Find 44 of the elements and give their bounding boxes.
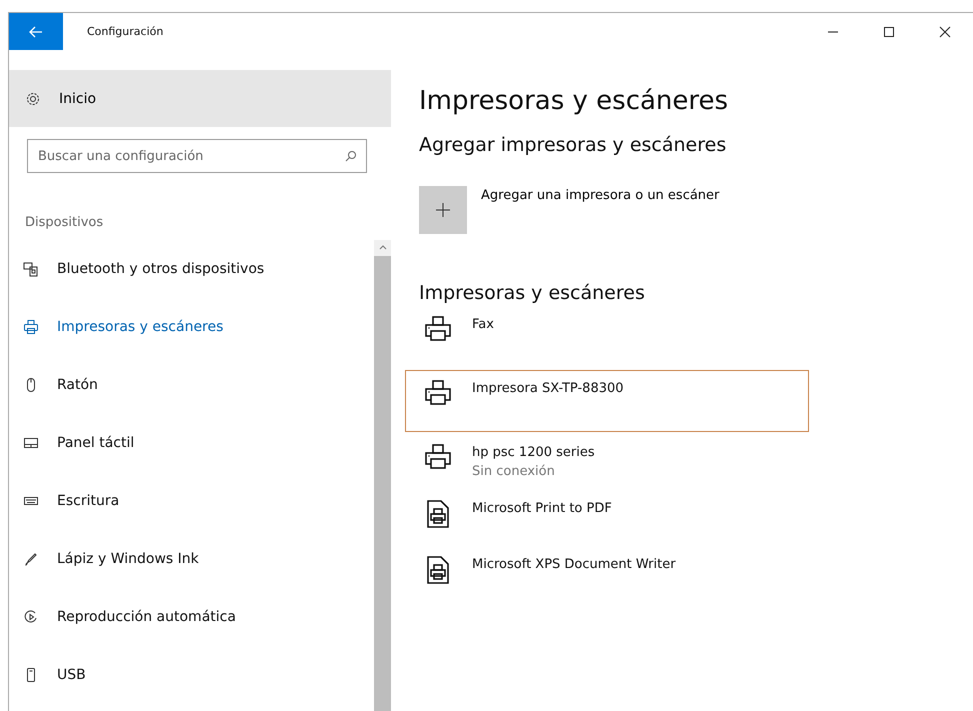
sidebar-item[interactable]: Impresoras y escáneres — [9, 298, 374, 356]
scroll-up-icon[interactable] — [378, 244, 386, 250]
device-status: Sin conexión — [472, 464, 556, 479]
sidebar-item[interactable]: Lápiz y Windows Ink — [9, 530, 374, 588]
device-item[interactable]: Microsoft XPS Document Writer — [419, 550, 809, 606]
window-title: Configuración — [87, 25, 164, 38]
sidebar-item[interactable]: USB — [9, 646, 374, 704]
printer-icon — [424, 379, 452, 407]
plus-icon — [435, 202, 451, 218]
device-item[interactable]: Impresora SX-TP-88300 — [405, 370, 809, 432]
bluetooth-devices-icon — [23, 261, 39, 277]
printer-icon — [424, 315, 452, 343]
section-label: Dispositivos — [25, 215, 104, 230]
sidebar-item[interactable]: Reproducción automática — [9, 588, 374, 646]
maximize-icon[interactable] — [883, 26, 895, 38]
device-name: Fax — [472, 317, 494, 332]
document-printer-icon — [424, 555, 452, 585]
search-icon — [345, 150, 357, 162]
printer-icon — [23, 319, 39, 335]
page-title: Impresoras y escáneres — [419, 86, 730, 116]
printer-icon — [424, 443, 452, 471]
device-name: Impresora SX-TP-88300 — [472, 381, 624, 396]
section-heading: Agregar impresoras y escáneres — [419, 134, 728, 156]
pen-icon — [23, 551, 39, 567]
sidebar-item[interactable]: Ratón — [9, 356, 374, 414]
device-name: Microsoft Print to PDF — [472, 501, 612, 516]
device-item[interactable]: hp psc 1200 series Sin conexión — [419, 438, 809, 494]
search-field[interactable]: Buscar una configuración — [27, 139, 367, 173]
sidebar-item[interactable]: Bluetooth y otros dispositivos — [9, 240, 374, 298]
document-printer-icon — [424, 499, 452, 529]
sidebar-item[interactable]: Panel táctil — [9, 414, 374, 472]
sidebar-item[interactable]: Escritura — [9, 472, 374, 530]
close-icon[interactable] — [939, 26, 951, 38]
autoplay-icon — [23, 609, 39, 625]
back-arrow-icon — [29, 26, 43, 38]
touchpad-icon — [23, 435, 39, 451]
device-item[interactable]: Fax — [419, 310, 809, 366]
device-name: hp psc 1200 series — [472, 445, 595, 460]
device-name: Microsoft XPS Document Writer — [472, 557, 676, 572]
section-heading: Impresoras y escáneres — [419, 282, 646, 304]
device-item[interactable]: Microsoft Print to PDF — [419, 494, 809, 550]
gear-icon — [25, 90, 41, 106]
add-printer-link[interactable]: Agregar una impresora o un escáner — [481, 188, 720, 203]
home-nav-item[interactable]: Inicio — [9, 70, 391, 127]
